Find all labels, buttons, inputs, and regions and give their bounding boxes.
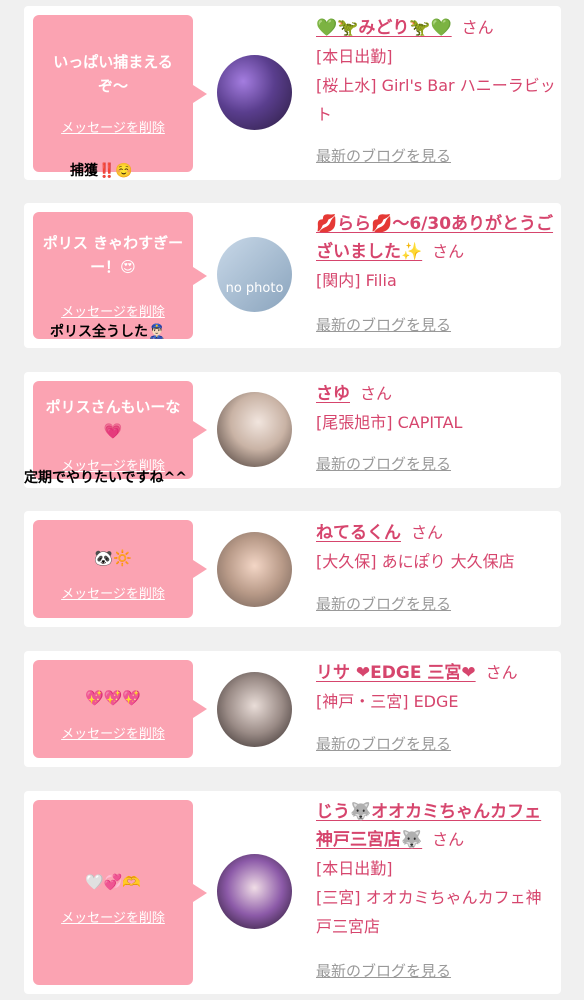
honorific-label: さん	[485, 663, 518, 682]
profile-info: ねてるくん さん [大久保] あにぽり 大久保店	[316, 519, 556, 576]
conversation-card: 🐼🔆 メッセージを削除 ねてるくん さん [大久保] あにぽり 大久保店 最新のブ…	[24, 511, 561, 627]
girl-name-link[interactable]: リサ ❤︎EDGE 三宮❤︎	[316, 663, 476, 683]
message-bubble: 💖💖💖 メッセージを削除	[33, 660, 207, 758]
message-text: ポリスさんもいーな💗	[45, 398, 181, 440]
message-text: いっぱい捕まえるぞ〜	[53, 53, 173, 95]
sticker-text: 捕獲‼️☺️	[70, 163, 133, 179]
message-text: 🐼🔆	[94, 549, 132, 567]
delete-message-link[interactable]: メッセージを削除	[33, 910, 193, 928]
delete-message-link[interactable]: メッセージを削除	[33, 304, 193, 322]
latest-blog-link[interactable]: 最新のブログを見る	[316, 961, 451, 981]
avatar[interactable]	[217, 532, 292, 607]
latest-blog-link[interactable]: 最新のブログを見る	[316, 734, 451, 754]
delete-message-link[interactable]: メッセージを削除	[33, 586, 193, 604]
profile-info: 💚🦖みどり🦖💚 さん [本日出勤] [桜上水] Girl's Bar ハニーラビッ…	[316, 14, 556, 129]
girl-name-link[interactable]: さゆ	[316, 384, 350, 404]
latest-blog-link[interactable]: 最新のブログを見る	[316, 315, 451, 335]
latest-blog-link[interactable]: 最新のブログを見る	[316, 454, 451, 474]
profile-info: リサ ❤︎EDGE 三宮❤︎ さん [神戸・三宮] EDGE	[316, 659, 556, 716]
shop-line: [関内] Filia	[316, 271, 397, 290]
shop-line: [桜上水] Girl's Bar ハニーラビット	[316, 76, 556, 124]
honorific-label: さん	[432, 830, 465, 849]
shop-line: [尾張旭市] CAPITAL	[316, 413, 463, 432]
avatar[interactable]	[217, 672, 292, 747]
status-line: [本日出勤]	[316, 47, 393, 66]
message-text: 💖💖💖	[84, 689, 142, 707]
status-line: [本日出勤]	[316, 859, 393, 878]
profile-info: じう🐺オオカミちゃんカフェ神戸三宮店🐺 さん [本日出勤] [三宮] オオカミちゃ…	[316, 799, 556, 941]
girl-name-link[interactable]: 💚🦖みどり🦖💚	[316, 18, 452, 38]
conversation-card: いっぱい捕まえるぞ〜 メッセージを削除 💚🦖みどり🦖💚 さん [本日出勤] [桜上…	[24, 6, 561, 180]
honorific-label: さん	[432, 242, 465, 261]
avatar[interactable]	[217, 392, 292, 467]
profile-info: さゆ さん [尾張旭市] CAPITAL	[316, 380, 556, 437]
avatar[interactable]	[217, 854, 292, 929]
message-text: 🤍💞🫶	[84, 873, 142, 891]
shop-line: [三宮] オオカミちゃんカフェ神戸三宮店	[316, 888, 542, 936]
honorific-label: さん	[360, 384, 393, 403]
girl-name-link[interactable]: じう🐺オオカミちゃんカフェ神戸三宮店🐺	[316, 802, 541, 850]
honorific-label: さん	[411, 523, 444, 542]
delete-message-link[interactable]: メッセージを削除	[33, 726, 193, 744]
girl-name-link[interactable]: ねてるくん	[316, 523, 401, 543]
latest-blog-link[interactable]: 最新のブログを見る	[316, 146, 451, 166]
avatar[interactable]: no photo	[217, 237, 292, 312]
avatar-placeholder-text: no photo	[225, 281, 284, 296]
shop-line: [大久保] あにぽり 大久保店	[316, 552, 515, 571]
message-bubble: ポリス きゃわすぎーー！😍 メッセージを削除	[33, 212, 207, 339]
latest-blog-link[interactable]: 最新のブログを見る	[316, 594, 451, 614]
honorific-label: さん	[461, 18, 494, 37]
message-bubble: 🐼🔆 メッセージを削除	[33, 520, 207, 618]
shop-line: [神戸・三宮] EDGE	[316, 692, 459, 711]
message-bubble: 🤍💞🫶 メッセージを削除	[33, 800, 207, 985]
avatar[interactable]	[217, 55, 292, 130]
profile-info: 💋らら💋〜6/30ありがとうございました✨ さん [関内] Filia	[316, 211, 556, 295]
sticker-text: ポリス全うした👮🏻‍♂️	[50, 324, 166, 340]
conversation-card: 🤍💞🫶 メッセージを削除 じう🐺オオカミちゃんカフェ神戸三宮店🐺 さん [本日出勤…	[24, 791, 561, 994]
message-bubble: ポリスさんもいーな💗 メッセージを削除	[33, 381, 207, 479]
sticker-text: 定期でやりたいですね^^	[24, 470, 188, 486]
conversation-card: 💖💖💖 メッセージを削除 リサ ❤︎EDGE 三宮❤︎ さん [神戸・三宮] ED…	[24, 651, 561, 767]
delete-message-link[interactable]: メッセージを削除	[33, 120, 193, 138]
message-text: ポリス きゃわすぎーー！😍	[42, 234, 184, 276]
message-bubble: いっぱい捕まえるぞ〜 メッセージを削除	[33, 15, 207, 172]
